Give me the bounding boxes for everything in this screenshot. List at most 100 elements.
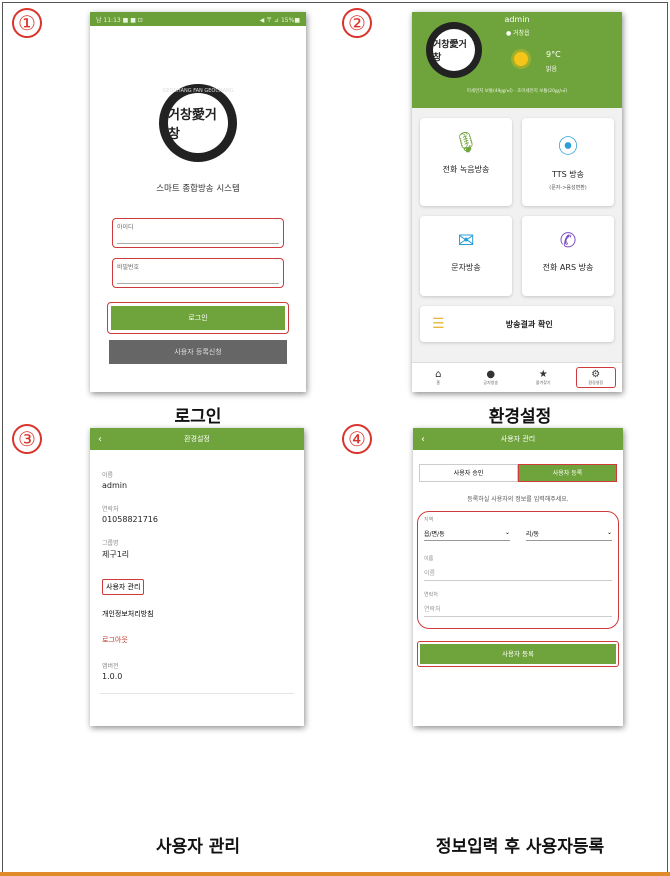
user-registration-screen: ‹ 사용자 관리 사용자 승인 사용자 등록 등록하실 사용자의 정보를 입력해… bbox=[413, 428, 623, 726]
submit-button-outline: 사용자 등록 bbox=[417, 641, 619, 667]
login-screen: 남 11:13 ■ ■ ⊡ ◀ 〒 ⊿ 15%■ GEOCHANG FAN GE… bbox=[90, 12, 306, 392]
caption-settings: 환경설정 bbox=[488, 407, 552, 427]
header-logo-text: 거창愛거창 bbox=[433, 29, 475, 71]
phone-value: 01058821716 bbox=[102, 515, 158, 524]
login-button[interactable]: 로그인 bbox=[111, 306, 285, 330]
app-title: 스마트 종합방송 시스템 bbox=[156, 184, 240, 194]
name-label: 이름 bbox=[102, 472, 114, 479]
bottom-navigation: ⌂ 홈 ● 공지방송 ★ 즐겨찾기 ⚙ 환경설정 bbox=[412, 362, 622, 392]
divider bbox=[100, 693, 294, 694]
air-quality-line: 미세먼지 보통(49㎍/㎥) · 초미세먼지 보통(20㎍/㎥) bbox=[466, 89, 568, 94]
phone-row: 연락처 01058821716 bbox=[90, 504, 304, 524]
nav-notice-label: 공지방송 bbox=[483, 380, 499, 385]
privacy-policy-link[interactable]: 개인정보처리방침 bbox=[90, 609, 304, 619]
temperature: 9°C bbox=[546, 50, 561, 59]
region-select-1[interactable]: 읍/면/동 ⌄ bbox=[424, 529, 510, 541]
phone-icon: ✆ bbox=[559, 228, 577, 252]
usermgmt-tabs: 사용자 승인 사용자 등록 bbox=[419, 464, 617, 482]
region-select-2-value: 리/동 bbox=[526, 531, 540, 538]
caption-register: 정보입력 후 사용자등록 bbox=[435, 837, 605, 857]
guide-text: 등록하실 사용자의 정보를 입력해주세요. bbox=[467, 496, 569, 503]
phone-input[interactable]: 연락처 bbox=[424, 598, 612, 617]
name-label: 이름 bbox=[424, 556, 434, 562]
broadcast-result-button[interactable]: ☰ 방송결과 확인 bbox=[420, 306, 614, 342]
home-header: admin ● 거창읍 거창愛거창 9°C 맑음 미세먼지 보통(49㎍/㎥) … bbox=[412, 12, 622, 108]
register-request-button[interactable]: 사용자 등록신청 bbox=[109, 340, 287, 364]
version-label: 앱버전 bbox=[102, 663, 119, 670]
tile-label: TTS 방송 bbox=[552, 170, 584, 179]
password-field-underline bbox=[117, 283, 279, 284]
nav-home-label: 홈 bbox=[436, 380, 441, 385]
back-icon[interactable]: ‹ bbox=[98, 434, 102, 445]
hearing-icon: ⦿ bbox=[558, 134, 578, 158]
settings-title: 환경설정 bbox=[184, 435, 210, 443]
logo-ring-text: GEOCHANG FAN GEOCHANG bbox=[162, 88, 234, 94]
user-info-form: 지역 읍/면/동 ⌄ 리/동 ⌄ 이름 이름 연락처 연락처 bbox=[417, 511, 619, 629]
region-select-1-value: 읍/면/동 bbox=[424, 531, 445, 538]
password-field[interactable]: 비밀번호 bbox=[112, 258, 284, 288]
star-icon: ★ bbox=[538, 369, 548, 380]
nav-settings[interactable]: ⚙ 환경설정 bbox=[575, 367, 616, 388]
settings-appbar: ‹ 환경설정 bbox=[90, 428, 304, 450]
register-user-button[interactable]: 사용자 등록 bbox=[420, 644, 616, 664]
usermgmt-title: 사용자 관리 bbox=[500, 435, 536, 443]
version-row: 앱버전 1.0.0 bbox=[90, 661, 304, 681]
password-field-label: 비밀번호 bbox=[117, 264, 140, 271]
tile-phone-recording[interactable]: 🎙 전화 녹음방송 bbox=[420, 118, 512, 206]
user-management-link[interactable]: 사용자 관리 bbox=[102, 579, 145, 595]
nav-notice[interactable]: ● 공지방송 bbox=[471, 369, 511, 386]
header-logo: 거창愛거창 bbox=[426, 22, 482, 78]
tile-label: 문자방송 bbox=[451, 263, 481, 272]
chevron-down-icon: ⌄ bbox=[606, 529, 612, 536]
step-4-marker: ④ bbox=[342, 424, 372, 454]
nav-home[interactable]: ⌂ 홈 bbox=[418, 369, 458, 386]
tab-user-register[interactable]: 사용자 등록 bbox=[518, 464, 617, 482]
home-icon: ⌂ bbox=[435, 369, 442, 380]
chevron-down-icon: ⌄ bbox=[504, 529, 510, 536]
microphone-icon: 🎙 bbox=[453, 130, 479, 154]
tile-ars[interactable]: ✆ 전화 ARS 방송 bbox=[522, 216, 614, 296]
status-right: ◀ 〒 ⊿ 15%■ bbox=[259, 17, 300, 24]
usermgmt-appbar: ‹ 사용자 관리 bbox=[413, 428, 623, 450]
gear-icon: ⚙ bbox=[591, 369, 601, 380]
logout-link[interactable]: 로그아웃 bbox=[90, 635, 304, 645]
group-label: 그룹명 bbox=[102, 540, 119, 547]
name-value: admin bbox=[102, 481, 128, 490]
location-label: ● 거창읍 bbox=[506, 30, 530, 37]
back-icon[interactable]: ‹ bbox=[421, 434, 425, 445]
settings-screen: ‹ 환경설정 이름 admin 연락처 01058821716 그룹명 제구1리… bbox=[90, 428, 304, 726]
version-value: 1.0.0 bbox=[102, 672, 123, 681]
nav-favorite-label: 즐겨찾기 bbox=[535, 380, 551, 385]
region-select-2[interactable]: 리/동 ⌄ bbox=[526, 529, 612, 541]
user-name: admin bbox=[504, 15, 530, 24]
region-label: 지역 bbox=[424, 517, 434, 523]
step-2-marker: ② bbox=[342, 8, 372, 38]
app-logo: GEOCHANG FAN GEOCHANG 거창愛거창 bbox=[159, 84, 237, 162]
weather-status: 맑음 bbox=[546, 66, 558, 73]
sun-icon bbox=[514, 52, 528, 66]
logo-text: 거창愛거창 bbox=[168, 93, 228, 153]
phone-label: 연락처 bbox=[424, 592, 438, 598]
status-left: 남 11:13 ■ ■ ⊡ bbox=[96, 17, 143, 24]
group-value: 제구1리 bbox=[102, 550, 130, 559]
tile-label: 전화 녹음방송 bbox=[442, 165, 490, 174]
list-icon: ☰ bbox=[432, 316, 445, 332]
tile-text-broadcast[interactable]: ✉ 문자방송 bbox=[420, 216, 512, 296]
bottom-accent-bar bbox=[0, 872, 670, 876]
envelope-icon: ✉ bbox=[457, 228, 475, 252]
step-3-marker: ③ bbox=[12, 424, 42, 454]
nav-favorite[interactable]: ★ 즐겨찾기 bbox=[523, 369, 563, 386]
tab-user-approve[interactable]: 사용자 승인 bbox=[419, 464, 518, 482]
group-row: 그룹명 제구1리 bbox=[90, 538, 304, 560]
step-1-marker: ① bbox=[12, 8, 42, 38]
chat-icon: ● bbox=[486, 369, 496, 380]
caption-login: 로그인 bbox=[174, 407, 222, 427]
login-button-outline: 로그인 bbox=[107, 302, 289, 334]
result-label: 방송결과 확인 bbox=[505, 319, 553, 329]
caption-user-management: 사용자 관리 bbox=[155, 837, 241, 857]
status-bar: 남 11:13 ■ ■ ⊡ ◀ 〒 ⊿ 15%■ bbox=[90, 12, 306, 26]
tile-label: 전화 ARS 방송 bbox=[542, 263, 594, 272]
name-input[interactable]: 이름 bbox=[424, 562, 612, 581]
id-field[interactable]: 아이디 bbox=[112, 218, 284, 248]
tile-tts[interactable]: ⦿ TTS 방송 (문자->음성변환) bbox=[522, 118, 614, 206]
